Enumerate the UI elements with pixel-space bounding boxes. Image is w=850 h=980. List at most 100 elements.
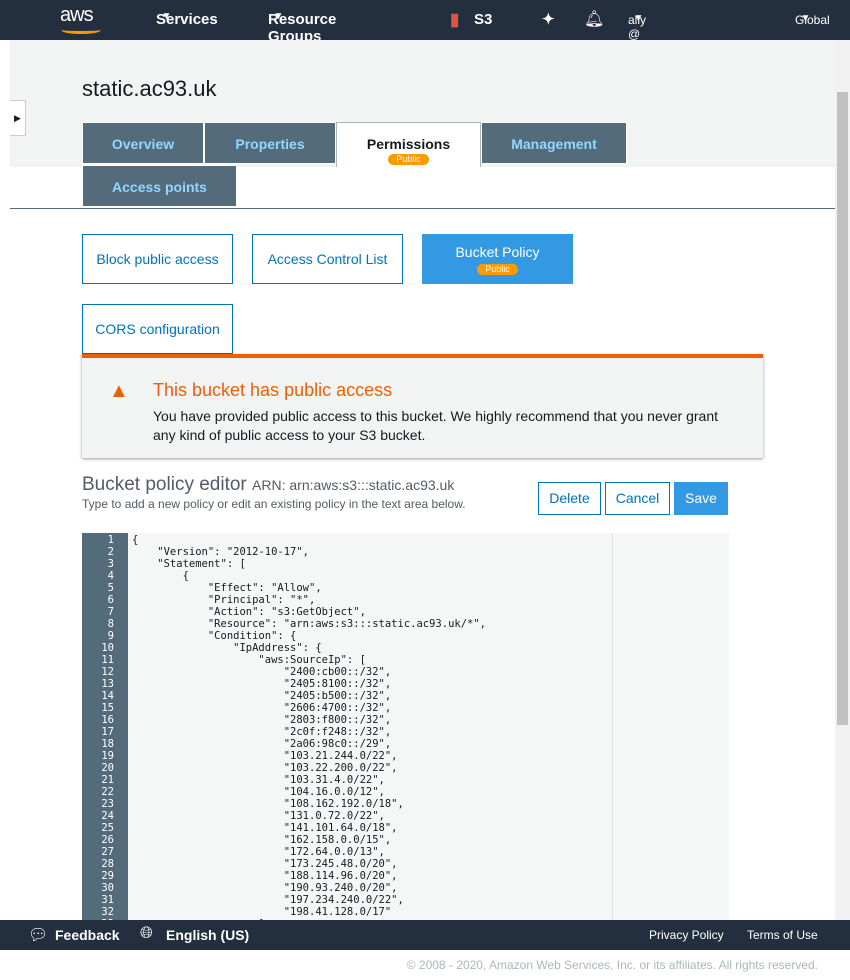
chevron-down-icon: ▼ [795, 13, 811, 24]
tabs-divider [10, 208, 835, 209]
tab-management[interactable]: Management [481, 122, 627, 164]
tab-permissions[interactable]: Permissions Public [336, 122, 481, 167]
terms-of-use-link[interactable]: Terms of Use [747, 928, 818, 942]
access-control-list-button[interactable]: Access Control List [252, 234, 403, 284]
code-line: "2606:4700::/32", [132, 702, 392, 714]
feedback-link[interactable]: Feedback [55, 927, 120, 943]
s3-link[interactable]: S3 [474, 11, 492, 28]
bucket-policy-label: Bucket Policy [455, 243, 540, 260]
line-number: 9 [107, 630, 114, 642]
line-number: 27 [101, 846, 114, 858]
chevron-down-icon: ▼ [156, 11, 172, 22]
line-number: 5 [107, 582, 114, 594]
line-number: 10 [101, 642, 114, 654]
code-line: "131.0.72.0/22", [132, 810, 385, 822]
code-line: "2405:b500::/32", [132, 690, 392, 702]
block-public-access-button[interactable]: Block public access [82, 234, 233, 284]
scrollbar-thumb[interactable] [837, 92, 848, 725]
delete-button[interactable]: Delete [538, 482, 601, 515]
tab-access-points[interactable]: Access points [82, 165, 237, 207]
line-number: 30 [101, 882, 114, 894]
editor-hint: Type to add a new policy or edit an exis… [82, 497, 466, 511]
code-line: "2400:cb00::/32", [132, 666, 392, 678]
copyright: © 2008 - 2020, Amazon Web Services, Inc.… [406, 958, 818, 972]
line-number: 32 [101, 906, 114, 918]
line-number: 6 [107, 594, 114, 606]
line-number: 20 [101, 762, 114, 774]
globe-icon: 🌐︎ [140, 925, 153, 942]
line-number: 14 [101, 690, 114, 702]
code-line: "Version": "2012-10-17", [132, 546, 310, 558]
line-number: 21 [101, 774, 114, 786]
tab-overview[interactable]: Overview [82, 122, 204, 164]
code-line: "141.101.64.0/18", [132, 822, 398, 834]
chevron-down-icon: ▼ [628, 13, 644, 24]
code-line: "197.234.240.0/22", [132, 894, 404, 906]
code-line: "198.41.128.0/17" [132, 906, 392, 918]
line-number: 12 [101, 666, 114, 678]
code-line: "103.31.4.0/22", [132, 774, 385, 786]
line-number: 18 [101, 738, 114, 750]
block-public-access-label: Block public access [96, 251, 219, 267]
code-line: "103.22.200.0/22", [132, 762, 398, 774]
public-badge: Public [477, 263, 518, 275]
code-line: "Resource": "arn:aws:s3:::static.ac93.uk… [132, 618, 487, 630]
pin-icon[interactable]: ✦ [542, 10, 555, 28]
line-number: 4 [107, 570, 114, 582]
code-line: "104.16.0.0/12", [132, 786, 385, 798]
code-line: "Action": "s3:GetObject", [132, 606, 366, 618]
line-number: 16 [101, 714, 114, 726]
privacy-policy-link[interactable]: Privacy Policy [649, 928, 724, 942]
alert-title: This bucket has public access [153, 380, 393, 400]
line-number: 26 [101, 834, 114, 846]
editor-title: Bucket policy editor [82, 474, 247, 495]
save-button[interactable]: Save [674, 482, 728, 515]
print-margin [612, 533, 613, 920]
line-number: 23 [101, 798, 114, 810]
policy-editor[interactable]: 1 2 3 4 5 6 7 8 9 10 11 12 13 14 15 16 17 18 19 20 21 22 23 24 2… [82, 533, 729, 920]
footer: 💬︎ Feedback 🌐︎ English (US) Privacy Poli… [0, 920, 850, 950]
code-line: "2405:8100::/32", [132, 678, 392, 690]
bucket-arn: ARN: arn:aws:s3:::static.ac93.uk [252, 477, 455, 493]
language-selector[interactable]: English (US) [166, 927, 249, 943]
tab-properties[interactable]: Properties [204, 122, 336, 164]
aws-smile-icon [61, 26, 101, 34]
chevron-down-icon: ▼ [268, 11, 284, 22]
code-line: "2a06:98c0::/29", [132, 738, 392, 750]
line-number: 1 [107, 534, 114, 546]
alert-text: You have provided public access to this … [153, 408, 718, 443]
line-number: 22 [101, 786, 114, 798]
editor-heading: Bucket policy editor ARN: arn:aws:s3:::s… [82, 474, 454, 496]
line-number: 28 [101, 858, 114, 870]
line-number: 2 [107, 546, 114, 558]
code-line: "188.114.96.0/20", [132, 870, 398, 882]
code-line: "190.93.240.0/20", [132, 882, 398, 894]
tab-permissions-label: Permissions [366, 136, 451, 152]
aws-logo[interactable]: aws [60, 4, 94, 27]
line-number: 8 [107, 618, 114, 630]
code-line: "IpAddress": { [132, 642, 322, 654]
line-number: 25 [101, 822, 114, 834]
code-line: "Principal": "*", [132, 594, 316, 606]
page-title: static.ac93.uk [82, 76, 217, 101]
code-line: "108.162.192.0/18", [132, 798, 404, 810]
code-line: { [132, 570, 189, 582]
line-number: 24 [101, 810, 114, 822]
code-line: "2803:f800::/32", [132, 714, 392, 726]
sidebar-toggle[interactable]: ▶ [10, 100, 26, 136]
code-line: "162.158.0.0/15", [132, 834, 392, 846]
line-number: 15 [101, 702, 114, 714]
policy-code[interactable]: { "Version": "2012-10-17", "Statement": … [132, 534, 486, 920]
bell-icon[interactable]: 🔔︎ [584, 9, 604, 29]
cancel-button[interactable]: Cancel [605, 482, 670, 515]
line-number: 13 [101, 678, 114, 690]
line-number: 7 [107, 606, 114, 618]
cors-configuration-button[interactable]: CORS configuration [82, 304, 233, 354]
code-line: { [132, 534, 139, 546]
caret-right-icon: ▶ [14, 113, 21, 123]
public-access-alert: ▲ This bucket has public access You have… [82, 354, 763, 458]
line-number: 11 [101, 654, 114, 666]
code-line: "Statement": [ [132, 558, 246, 570]
public-badge: Public [388, 154, 429, 165]
bucket-policy-button[interactable]: Bucket Policy Public [422, 234, 573, 284]
